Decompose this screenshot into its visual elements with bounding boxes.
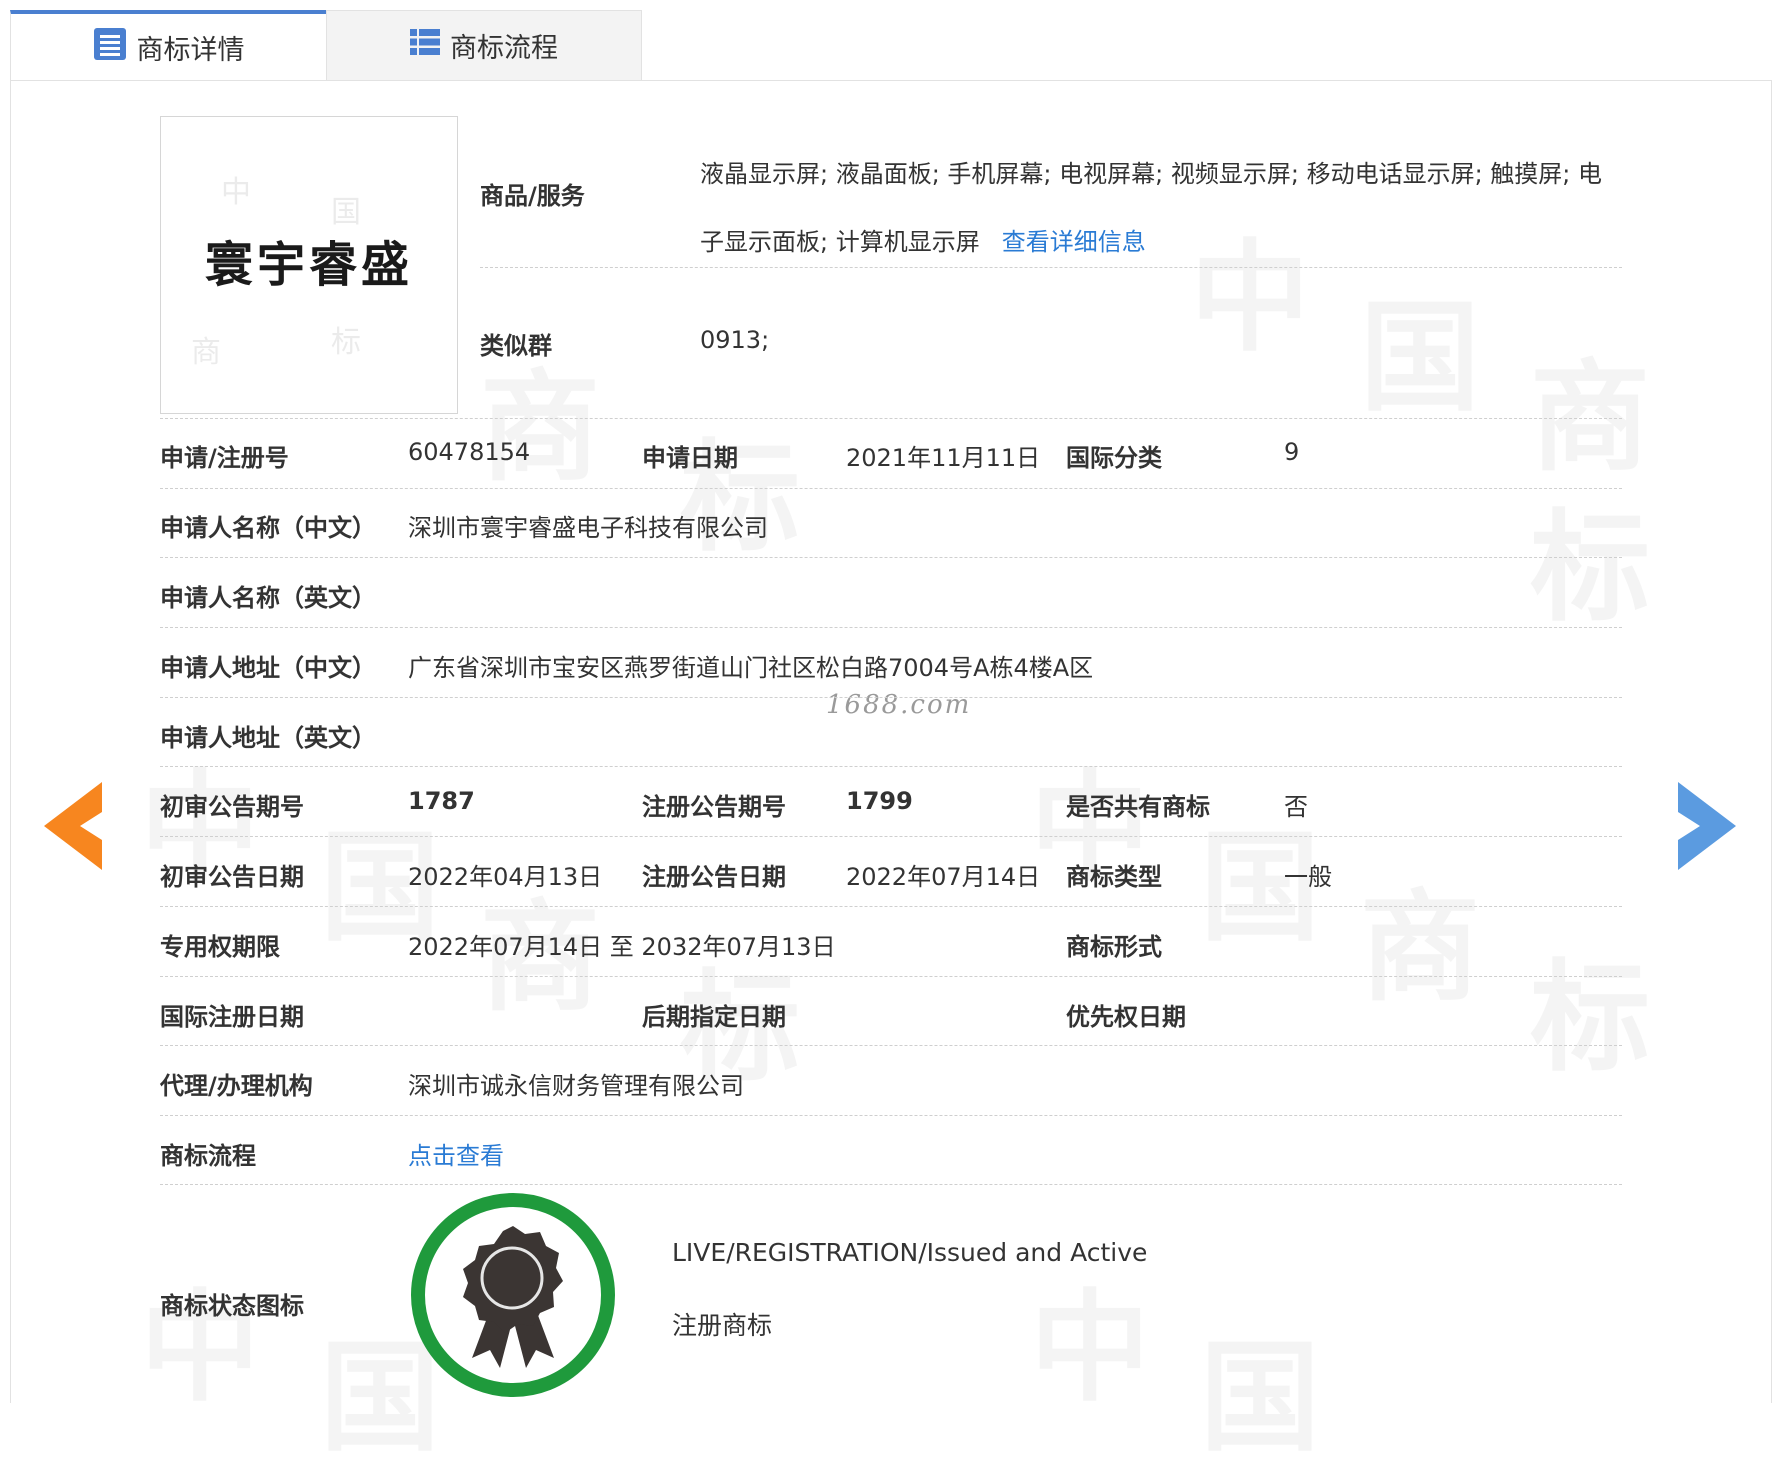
prelim-issue-label: 初审公告期号 <box>160 793 304 821</box>
apply-date-label: 申请日期 <box>642 444 738 472</box>
prelim-issue-value: 1787 <box>408 787 475 815</box>
divider <box>160 976 1622 977</box>
exclusive-label: 专用权期限 <box>160 933 280 961</box>
agent-value: 深圳市诚永信财务管理有限公司 <box>408 1072 744 1100</box>
shared-value: 否 <box>1284 793 1308 821</box>
tab-label: 商标流程 <box>450 33 558 64</box>
tm-form-label: 商标形式 <box>1066 933 1162 961</box>
tab-trademark-process[interactable]: 商标流程 <box>326 10 642 80</box>
divider <box>160 1115 1622 1116</box>
divider <box>160 488 1622 489</box>
reg-date-label: 注册公告日期 <box>642 863 786 891</box>
process-link[interactable]: 点击查看 <box>408 1136 504 1171</box>
reg-date-value: 2022年07月14日 <box>846 863 1041 891</box>
goods-label: 商品/服务 <box>480 182 585 210</box>
similar-group-value: 0913; <box>700 326 770 354</box>
similar-group-label: 类似群 <box>480 332 552 360</box>
applicant-en-label: 申请人名称（英文） <box>160 584 376 612</box>
intl-class-label: 国际分类 <box>1066 444 1162 472</box>
divider <box>160 906 1622 907</box>
divider <box>160 836 1622 837</box>
divider <box>160 697 1622 698</box>
goods-detail-link[interactable]: 查看详细信息 <box>1002 228 1146 256</box>
trademark-name: 寰宇睿盛 <box>204 237 413 293</box>
tm-type-label: 商标类型 <box>1066 863 1162 891</box>
exclusive-value: 2022年07月14日 至 2032年07月13日 <box>408 933 836 961</box>
shared-label: 是否共有商标 <box>1066 793 1210 821</box>
address-cn-label: 申请人地址（中文） <box>160 654 376 682</box>
status-en-text: LIVE/REGISTRATION/Issued and Active <box>672 1238 1148 1267</box>
address-en-label: 申请人地址（英文） <box>160 724 376 752</box>
divider <box>160 627 1622 628</box>
goods-items: 液晶显示屏; 液晶面板; 手机屏幕; 电视屏幕; 视频显示屏; 移动电话显示屏;… <box>700 160 1603 256</box>
tab-trademark-details[interactable]: 商标详情 <box>10 10 326 80</box>
divider <box>160 418 1622 419</box>
address-cn-value: 广东省深圳市宝安区燕罗街道山门社区松白路7004号A栋4楼A区 <box>408 654 1094 682</box>
divider <box>480 267 1622 268</box>
divider <box>160 1184 1622 1185</box>
priority-date-label: 优先权日期 <box>1066 1003 1186 1031</box>
tab-label: 商标详情 <box>136 34 245 66</box>
list-icon <box>410 27 440 64</box>
next-arrow-icon[interactable] <box>1678 782 1736 870</box>
divider <box>160 766 1622 767</box>
intl-class-value: 9 <box>1284 438 1300 466</box>
applicant-cn-value: 深圳市寰宇睿盛电子科技有限公司 <box>408 514 768 542</box>
reg-no-label: 申请/注册号 <box>160 444 289 472</box>
process-label: 商标流程 <box>160 1142 256 1170</box>
divider <box>160 1045 1622 1046</box>
status-cn-text: 注册商标 <box>672 1311 773 1340</box>
reg-issue-label: 注册公告期号 <box>642 793 786 821</box>
applicant-cn-label: 申请人名称（中文） <box>160 514 376 542</box>
reg-issue-value: 1799 <box>846 787 913 815</box>
divider <box>160 557 1622 558</box>
reg-no-value: 60478154 <box>408 438 531 466</box>
intl-reg-date-label: 国际注册日期 <box>160 1003 304 1031</box>
site-watermark: 1688.com <box>826 690 972 720</box>
goods-list: 液晶显示屏; 液晶面板; 手机屏幕; 电视屏幕; 视频显示屏; 移动电话显示屏;… <box>700 140 1620 276</box>
tm-type-value: 一般 <box>1284 863 1332 891</box>
agent-label: 代理/办理机构 <box>160 1072 313 1100</box>
prelim-date-label: 初审公告日期 <box>160 863 304 891</box>
prelim-date-value: 2022年04月13日 <box>408 863 603 891</box>
registered-seal-icon <box>411 1193 615 1397</box>
apply-date-value: 2021年11月11日 <box>846 444 1041 472</box>
status-icon-label: 商标状态图标 <box>160 1292 304 1320</box>
trademark-image: 中 国 商 标 寰宇睿盛 <box>160 116 458 414</box>
document-list-icon <box>93 27 127 68</box>
later-date-label: 后期指定日期 <box>642 1003 786 1031</box>
previous-arrow-icon[interactable] <box>44 782 102 870</box>
